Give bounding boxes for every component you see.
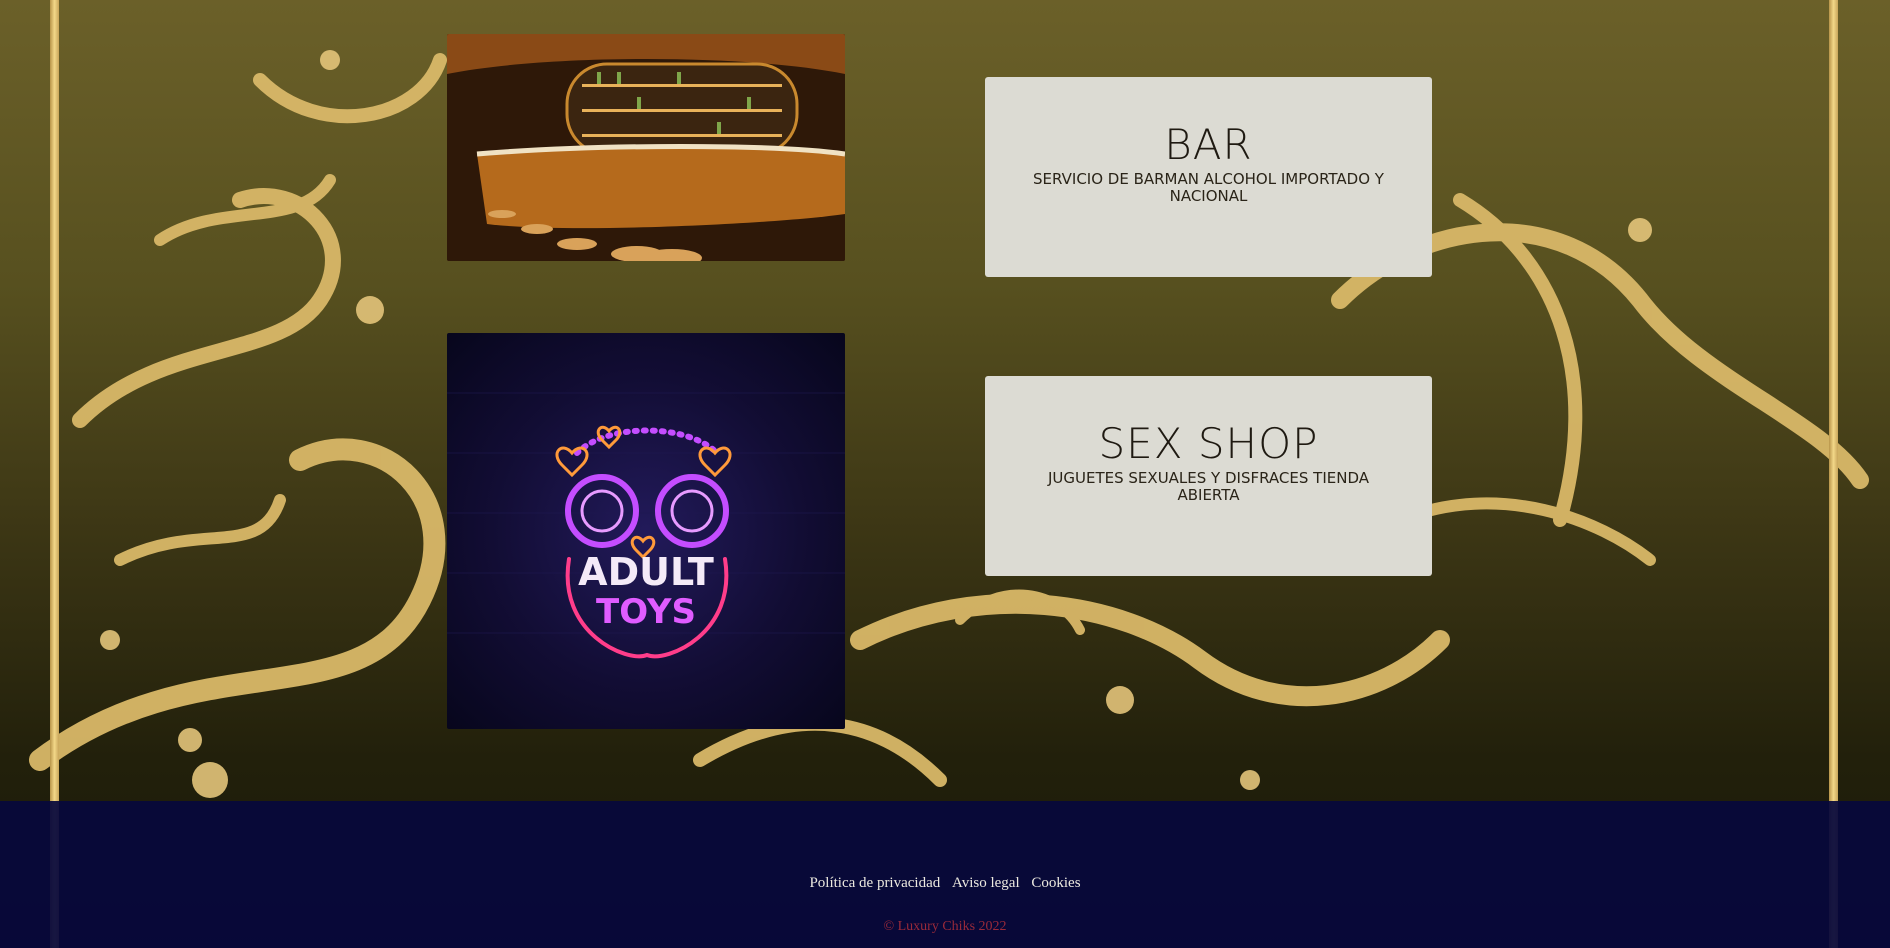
- neon-handcuffs-sign-icon: ADULT TOYS: [447, 392, 845, 659]
- neon-adult-text: ADULT: [578, 550, 714, 594]
- sex-shop-image: ADULT TOYS: [447, 333, 845, 729]
- bar-card-title: BAR: [1164, 120, 1253, 169]
- legal-notice-link[interactable]: Aviso legal: [952, 875, 1020, 891]
- bar-counter-photo-icon: [447, 34, 845, 261]
- bar-image: [447, 34, 845, 261]
- footer-links: Política de privacidad Aviso legal Cooki…: [0, 875, 1890, 892]
- sex-shop-service-card: SEX SHOP JUGUETES SEXUALES Y DISFRACES T…: [985, 376, 1432, 576]
- neon-toys-text: TOYS: [596, 592, 696, 632]
- sex-shop-card-title: SEX SHOP: [1098, 419, 1319, 468]
- sex-shop-card-description: JUGUETES SEXUALES Y DISFRACES TIENDA ABI…: [1048, 469, 1369, 504]
- bar-card-description: SERVICIO DE BARMAN ALCOHOL IMPORTADO Y N…: [1033, 170, 1384, 205]
- cookies-link[interactable]: Cookies: [1031, 875, 1080, 891]
- privacy-policy-link[interactable]: Política de privacidad: [809, 875, 940, 891]
- bar-service-card: BAR SERVICIO DE BARMAN ALCOHOL IMPORTADO…: [985, 77, 1432, 277]
- copyright-text: © Luxury Chiks 2022: [883, 919, 1007, 934]
